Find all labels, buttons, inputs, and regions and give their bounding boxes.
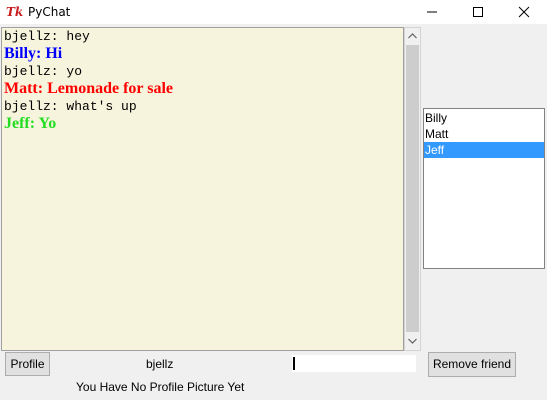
minimize-button[interactable] xyxy=(409,0,455,24)
chat-message: Jeff: Yo xyxy=(4,115,57,132)
friends-list[interactable]: Billy Matt Jeff xyxy=(423,108,545,269)
username-label: bjellz xyxy=(146,357,174,371)
maximize-button[interactable] xyxy=(455,0,501,24)
title-bar: Tk PyChat xyxy=(0,0,547,24)
chat-message: bjellz: what's up xyxy=(4,99,137,114)
chevron-down-icon xyxy=(408,338,417,344)
chat-message: Billy: Hi xyxy=(4,45,63,62)
text-cursor xyxy=(293,357,295,370)
chat-message: Matt: Lemonade for sale xyxy=(4,80,173,97)
profile-button[interactable]: Profile xyxy=(5,352,50,376)
maximize-icon xyxy=(473,7,483,17)
friend-item-billy[interactable]: Billy xyxy=(424,110,544,126)
scroll-down-button[interactable] xyxy=(405,333,420,350)
chat-message: bjellz: hey xyxy=(4,29,90,44)
remove-friend-button[interactable]: Remove friend xyxy=(428,352,516,377)
chat-message: bjellz: yo xyxy=(4,64,83,79)
scroll-up-button[interactable] xyxy=(405,28,420,45)
scroll-thumb[interactable] xyxy=(406,45,419,332)
window-title: PyChat xyxy=(28,5,71,19)
minimize-icon xyxy=(427,11,437,13)
chat-scrollbar[interactable] xyxy=(404,27,421,351)
message-input[interactable] xyxy=(292,355,416,372)
close-icon xyxy=(518,6,530,18)
friend-item-matt[interactable]: Matt xyxy=(424,126,544,142)
no-profile-picture-label: You Have No Profile Picture Yet xyxy=(76,380,245,394)
chevron-up-icon xyxy=(408,33,417,39)
tk-feather-icon: Tk xyxy=(6,5,24,19)
close-button[interactable] xyxy=(501,0,547,24)
chat-history[interactable]: bjellz: hey Billy: Hi bjellz: yo Matt: Lemo… xyxy=(1,27,404,351)
friend-item-jeff[interactable]: Jeff xyxy=(424,142,544,158)
